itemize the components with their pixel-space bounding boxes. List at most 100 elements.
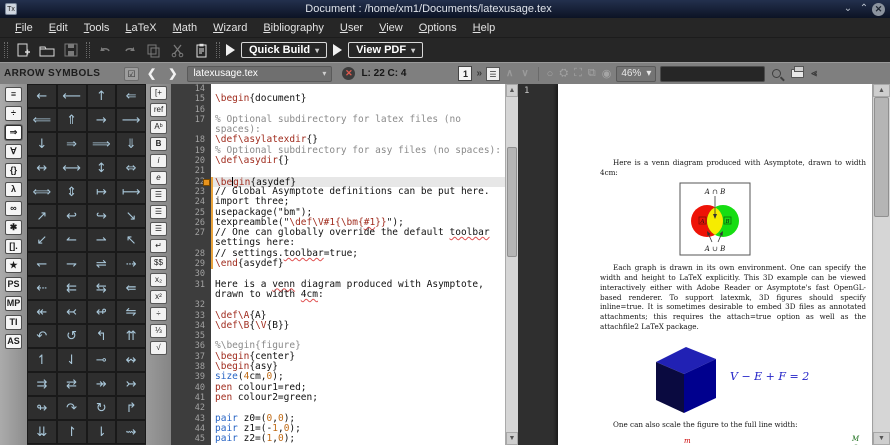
symbol-cell[interactable]: ⟶ [116, 108, 146, 132]
symbol-cell[interactable]: ↻ [87, 396, 117, 420]
menu-item-math[interactable]: Math [166, 20, 204, 36]
symbol-cell[interactable]: ↢ [57, 300, 87, 324]
sidebar-tab-misc-symbols[interactable]: ∀ [5, 144, 22, 159]
menu-item-user[interactable]: User [333, 20, 370, 36]
symbol-cell[interactable]: ⇆ [87, 276, 117, 300]
symbol-cell[interactable]: ↫ [87, 300, 117, 324]
code-line[interactable]: pen colour2=green; [211, 393, 505, 403]
original-size-icon[interactable]: ○ [546, 68, 555, 80]
symbol-cell[interactable]: ↷ [57, 396, 87, 420]
symbol-cell[interactable]: ↬ [27, 396, 57, 420]
symbol-cell[interactable]: ⊸ [87, 348, 117, 372]
scrollbar-track[interactable] [506, 97, 518, 432]
code-area[interactable]: \begin{document}% Optional subdirectory … [211, 84, 505, 445]
symbol-cell[interactable]: ⟵ [57, 84, 87, 108]
symbol-cell[interactable]: ⇚ [116, 276, 146, 300]
symbol-cell[interactable]: ↖ [116, 228, 146, 252]
symbol-cell[interactable]: ↱ [116, 396, 146, 420]
pdf-scrollbar[interactable]: ▲ ▼ [872, 84, 890, 445]
superscript-icon[interactable]: x² [150, 290, 167, 304]
center-icon[interactable]: ☰ [150, 205, 167, 219]
menu-item-options[interactable]: Options [412, 20, 464, 36]
italic-icon[interactable]: i [150, 154, 167, 168]
symbol-cell[interactable]: ⇁ [57, 252, 87, 276]
code-line[interactable]: \def\asydir{} [211, 156, 505, 166]
quick-build-button[interactable]: Quick Build ▾ [241, 42, 327, 58]
symbol-cell[interactable]: ↼ [57, 228, 87, 252]
flushright-icon[interactable]: ☰ [150, 222, 167, 236]
symbol-cell[interactable]: ⇌ [87, 252, 117, 276]
menu-item-tools[interactable]: Tools [77, 20, 117, 36]
minimize-button[interactable]: ⌄ [840, 2, 856, 16]
structure-list-icon[interactable]: ☰ [486, 67, 500, 81]
detach-viewer-icon[interactable]: ⪡ [811, 68, 817, 79]
symbol-cell[interactable]: ↶ [27, 324, 57, 348]
symbol-cell[interactable]: ⇀ [87, 228, 117, 252]
symbol-cell[interactable]: ⟼ [116, 180, 146, 204]
code-line[interactable]: \begin{document} [211, 94, 505, 104]
scroll-up-icon[interactable]: ▲ [873, 84, 890, 97]
symbol-cell[interactable]: ⇃ [57, 348, 87, 372]
focus-editor-icon[interactable]: ☑ [124, 67, 139, 81]
pdf-search-input[interactable] [660, 66, 765, 82]
symbol-cell[interactable]: ⇂ [87, 420, 117, 444]
page-up-icon[interactable]: ∧ [504, 68, 515, 79]
symbol-cell[interactable]: ↠ [87, 372, 117, 396]
symbol-cell[interactable]: ↕ [87, 156, 117, 180]
external-viewer-icon[interactable]: ⧉ [587, 67, 597, 80]
symbol-cell[interactable]: ⟺ [27, 180, 57, 204]
cube-3d[interactable] [648, 338, 718, 414]
sidebar-tab-greek-letters[interactable]: λ [5, 182, 22, 197]
scroll-down-icon[interactable]: ▼ [506, 432, 518, 445]
toolbar-handle[interactable] [4, 42, 8, 58]
zoom-settings-icon[interactable]: ⛭ [558, 67, 569, 80]
code-line[interactable]: drawn to width 4cm: [211, 290, 505, 300]
view-pdf-button[interactable]: View PDF ▾ [348, 42, 423, 58]
document-selector[interactable]: latexusage.tex ▾ [187, 66, 332, 82]
symbol-cell[interactable]: ⇢ [116, 252, 146, 276]
search-icon[interactable] [772, 69, 781, 78]
symbol-cell[interactable]: ⇐ [116, 84, 146, 108]
symbol-cell[interactable]: ↺ [57, 324, 87, 348]
inline-math-icon[interactable]: $$ [150, 256, 167, 270]
run-view-pdf-icon[interactable] [333, 44, 342, 56]
cut-icon[interactable] [168, 41, 186, 59]
cube-figure[interactable]: V − E + F = 2 [648, 338, 872, 414]
ref-icon[interactable]: ref [150, 103, 167, 117]
symbol-cell[interactable]: ⇔ [116, 156, 146, 180]
sidebar-tab-metapost[interactable]: MP [5, 296, 22, 311]
menu-item-latex[interactable]: LaTeX [118, 20, 163, 36]
newline-icon[interactable]: ↵ [150, 239, 167, 253]
symbol-cell[interactable]: ↞ [27, 300, 57, 324]
code-line[interactable]: \def\B{\V{B}} [211, 321, 505, 331]
presentation-eye-icon[interactable]: ◉ [601, 67, 613, 80]
scrollbar-thumb[interactable] [507, 147, 517, 257]
symbol-cell[interactable]: ⇈ [116, 324, 146, 348]
symbol-cell[interactable]: → [87, 108, 117, 132]
bookmark-icon[interactable] [203, 179, 210, 186]
symbol-cell[interactable]: ⟹ [87, 132, 117, 156]
maximize-button[interactable]: ⌃ [856, 2, 872, 16]
scrollbar-track[interactable] [873, 97, 890, 432]
dfrac-icon[interactable]: ⅓ [150, 324, 167, 338]
bold-icon[interactable]: B [150, 137, 167, 151]
run-quick-build-icon[interactable] [226, 44, 235, 56]
symbol-cell[interactable]: ← [27, 84, 57, 108]
previous-document-icon[interactable]: ❮ [141, 67, 162, 80]
sidebar-tab-tikz[interactable]: TI [5, 315, 22, 330]
sidebar-tab-most-used[interactable]: ✱ [5, 220, 22, 235]
print-icon[interactable] [791, 69, 804, 78]
expand-icon[interactable]: » [476, 68, 482, 79]
symbol-cell[interactable]: ↾ [57, 420, 87, 444]
menu-item-view[interactable]: View [372, 20, 410, 36]
sidebar-tab-favourites[interactable]: ★ [5, 258, 22, 273]
sqrt-icon[interactable]: √ [150, 341, 167, 355]
fit-page-icon[interactable]: ⛶ [573, 67, 583, 80]
menu-item-file[interactable]: File [8, 20, 40, 36]
symbol-cell[interactable]: ↽ [27, 252, 57, 276]
subscript-icon[interactable]: x₂ [150, 273, 167, 287]
symbol-cell[interactable]: ↣ [116, 372, 146, 396]
symbol-cell[interactable]: ↭ [116, 348, 146, 372]
symbol-cell[interactable]: ⇄ [57, 372, 87, 396]
next-document-icon[interactable]: ❯ [162, 67, 183, 80]
